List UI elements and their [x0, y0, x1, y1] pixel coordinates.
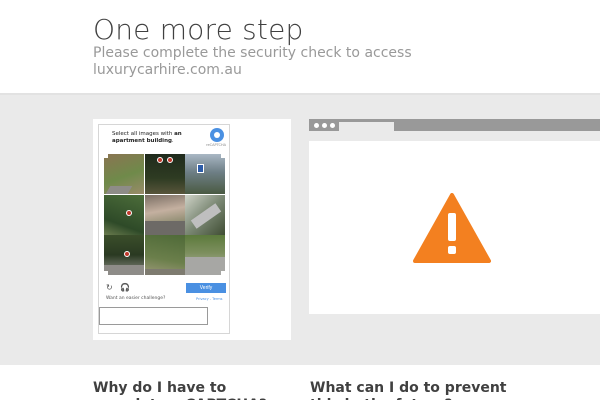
verify-button[interactable]: Verify	[186, 283, 226, 293]
captcha-response-field[interactable]	[99, 307, 208, 325]
page-subtitle: Please complete the security check to ac…	[93, 45, 412, 78]
browser-dot	[330, 123, 335, 128]
privacy-terms-link[interactable]: Privacy - Terms	[196, 297, 222, 301]
captcha-controls: ↻ 🎧 Verify Want an easier challenge? Pri…	[104, 281, 226, 305]
browser-toolbar	[309, 119, 600, 131]
browser-body	[309, 141, 600, 314]
warning-icon	[413, 193, 491, 263]
reload-icon[interactable]: ↻	[106, 284, 113, 292]
captcha-tile[interactable]	[144, 235, 185, 275]
browser-dot	[314, 123, 319, 128]
captcha-tile[interactable]	[104, 154, 144, 194]
headphones-icon[interactable]: 🎧	[120, 284, 130, 292]
captcha-tile-grid	[104, 154, 225, 275]
captcha-tile[interactable]	[104, 194, 144, 235]
captcha-prompt-prefix: Select all images with	[112, 131, 173, 137]
captcha-prompt-suffix: .	[171, 138, 174, 144]
captcha-tile[interactable]	[104, 235, 144, 275]
captcha-header: Select all images with an apartment buil…	[104, 128, 226, 154]
captcha-tile[interactable]	[144, 194, 185, 235]
easier-challenge-link[interactable]: Want an easier challenge?	[106, 296, 165, 301]
browser-illustration	[309, 119, 600, 314]
page-title: One more step	[93, 13, 304, 46]
captcha-tile[interactable]	[185, 194, 225, 235]
faq-question-why-captcha: Why do I have to complete a CAPTCHA?	[93, 380, 267, 400]
captcha-prompt: Select all images with an apartment buil…	[112, 131, 216, 145]
captcha-tile[interactable]	[144, 154, 185, 194]
captcha-tile[interactable]	[185, 154, 225, 194]
captcha-tile[interactable]	[185, 235, 225, 275]
recaptcha-logo-icon	[210, 128, 224, 142]
recaptcha-brand: reCAPTCHA	[206, 143, 226, 147]
header: One more step Please complete the securi…	[0, 0, 600, 93]
browser-dot	[322, 123, 327, 128]
browser-tab	[339, 122, 394, 131]
faq-question-prevent: What can I do to prevent this in the fut…	[310, 380, 507, 400]
